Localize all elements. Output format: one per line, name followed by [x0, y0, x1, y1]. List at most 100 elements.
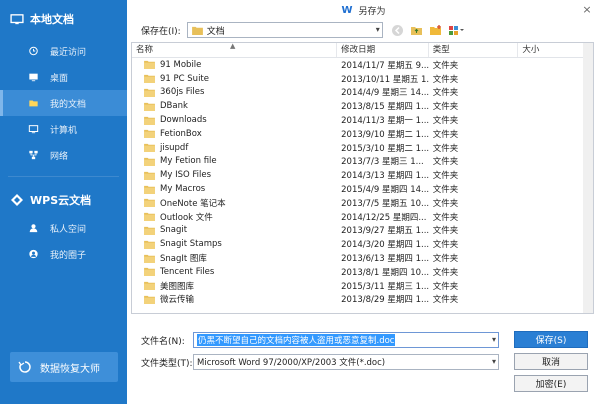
file-type: 文件夹 [432, 116, 459, 127]
file-row[interactable]: FetionBox 2013/9/10 星期二 1... 文件夹 [132, 127, 593, 141]
file-name-cell: SnagIt 图库 [132, 252, 337, 264]
folder-icon [144, 75, 155, 84]
sidebar-item-my-documents[interactable]: 我的文档 [0, 90, 127, 116]
sidebar-item-label: 我的圈子 [50, 250, 87, 261]
sidebar-item-computer[interactable]: 计算机 [0, 116, 127, 142]
save-button[interactable]: 保存(S) [514, 331, 588, 348]
file-name-cell: 91 PC Suite [132, 74, 337, 84]
file-row[interactable]: 91 Mobile 2014/11/7 星期五 9... 文件夹 [132, 58, 593, 72]
file-date: 2015/3/11 星期三 1... [341, 281, 429, 292]
file-row[interactable]: OneNote 笔记本 2013/7/5 星期五 10... 文件夹 [132, 196, 593, 210]
folder-icon [144, 213, 155, 222]
file-row[interactable]: Downloads 2014/11/3 星期一 1... 文件夹 [132, 113, 593, 127]
column-header-date[interactable]: 修改日期 [337, 43, 429, 57]
file-row[interactable]: 91 PC Suite 2013/10/11 星期五 1... 文件夹 [132, 72, 593, 86]
file-date: 2013/8/1 星期四 10... [341, 267, 429, 278]
filename-row: 文件名(N): 仍黑不断望自己的文档内容被人盗用或恶意复制.doc ▾ [141, 332, 499, 348]
location-select[interactable]: 文档 ▾ [186, 22, 383, 38]
location-label: 保存在(I): [141, 26, 181, 37]
vertical-scrollbar[interactable] [583, 43, 593, 313]
file-row[interactable]: DBank 2013/8/15 星期四 1... 文件夹 [132, 99, 593, 113]
file-name-cell: 美图图库 [132, 280, 337, 292]
file-row[interactable]: 微云传输 2013/8/29 星期四 1... 文件夹 [132, 293, 593, 307]
folder-icon [144, 116, 155, 125]
file-name: Snagit Stamps [160, 239, 222, 250]
file-type: 文件夹 [432, 102, 459, 113]
file-name-cell: My ISO Files [132, 170, 337, 180]
file-date: 2015/3/10 星期二 1... [341, 143, 429, 154]
data-recovery-button[interactable]: 数据恢复大师 [10, 352, 118, 382]
monitor-icon [10, 13, 24, 24]
folder-icon [144, 88, 155, 97]
filetype-select[interactable]: Microsoft Word 97/2000/XP/2003 文件(*.doc)… [193, 354, 499, 370]
sidebar-item-my-circle[interactable]: 我的圈子 [0, 241, 127, 267]
save-as-dialog: W 另存为 × 保存在(I): 文档 ▾ 名称 ▲ 修改日期 类型 大小 91 … [127, 0, 600, 404]
sidebar-item-label: 我的文档 [50, 99, 87, 110]
file-type: 文件夹 [432, 212, 459, 223]
file-row[interactable]: Snagit Stamps 2014/3/20 星期四 1... 文件夹 [132, 237, 593, 251]
sidebar-item-network[interactable]: 网络 [0, 142, 127, 168]
back-icon[interactable] [391, 24, 404, 37]
folder-icon [144, 199, 155, 208]
close-button[interactable]: × [580, 3, 594, 17]
file-name-cell: Tencent Files [132, 267, 337, 277]
file-type: 文件夹 [432, 129, 459, 140]
chevron-down-icon: ▾ [375, 25, 380, 34]
file-row[interactable]: jisupdf 2015/3/10 星期二 1... 文件夹 [132, 141, 593, 155]
column-header-size[interactable]: 大小 [518, 43, 593, 57]
clock-icon [29, 46, 38, 56]
sidebar-item-private-space[interactable]: 私人空间 [0, 215, 127, 241]
file-name-cell: DBank [132, 101, 337, 111]
wps-cloud-header[interactable]: WPS云文档 [0, 185, 127, 215]
file-name: Snagit [160, 225, 188, 236]
filename-label: 文件名(N): [141, 336, 185, 347]
file-row[interactable]: SnagIt 图库 2013/6/13 星期四 1... 文件夹 [132, 251, 593, 265]
file-row[interactable]: Tencent Files 2013/8/1 星期四 10... 文件夹 [132, 265, 593, 279]
file-type: 文件夹 [432, 74, 459, 85]
local-docs-label: 本地文档 [30, 13, 74, 26]
local-docs-header[interactable]: 本地文档 [0, 0, 127, 38]
view-menu-icon[interactable] [448, 24, 466, 37]
file-row[interactable]: My ISO Files 2014/3/13 星期四 1... 文件夹 [132, 168, 593, 182]
filetype-label: 文件类型(T): [141, 358, 193, 369]
user-icon [29, 224, 38, 233]
file-row[interactable]: 360js Files 2014/4/9 星期三 14... 文件夹 [132, 86, 593, 100]
folder-icon [144, 185, 155, 194]
file-name-cell: Snagit [132, 225, 337, 235]
file-type: 文件夹 [432, 240, 459, 251]
data-recovery-label: 数据恢复大师 [40, 363, 100, 375]
encrypt-button[interactable]: 加密(E) [514, 375, 588, 392]
cancel-button[interactable]: 取消 [514, 353, 588, 370]
file-row[interactable]: 美图图库 2015/3/11 星期三 1... 文件夹 [132, 279, 593, 293]
sidebar-item-recent[interactable]: 最近访问 [0, 38, 127, 64]
file-date: 2013/8/15 星期四 1... [341, 102, 429, 113]
up-folder-icon[interactable] [410, 24, 423, 37]
folder-icon [144, 295, 155, 304]
folder-icon [144, 240, 155, 249]
file-date: 2013/7/3 星期三 1... [341, 157, 424, 168]
file-date: 2013/7/5 星期五 10... [341, 198, 429, 209]
sidebar-item-desktop[interactable]: 桌面 [0, 64, 127, 90]
file-row[interactable]: Outlook 文件 2014/12/25 星期四... 文件夹 [132, 210, 593, 224]
folder-icon [144, 171, 155, 180]
file-name: My ISO Files [160, 170, 212, 181]
file-name-cell: 360js Files [132, 87, 337, 97]
filename-input[interactable]: 仍黑不断望自己的文档内容被人盗用或恶意复制.doc ▾ [193, 332, 499, 348]
file-name: 91 Mobile [160, 59, 202, 70]
file-name: jisupdf [160, 142, 189, 153]
file-row[interactable]: My Macros 2015/4/9 星期四 14... 文件夹 [132, 182, 593, 196]
file-row[interactable]: My Fetion file 2013/7/3 星期三 1... 文件夹 [132, 155, 593, 169]
file-name: 91 PC Suite [160, 73, 209, 84]
file-type: 文件夹 [432, 267, 459, 278]
folder-icon [144, 144, 155, 153]
desktop-icon [29, 73, 38, 82]
file-date: 2014/3/20 星期四 1... [341, 240, 429, 251]
new-folder-icon[interactable] [429, 24, 442, 37]
file-row[interactable]: Snagit 2013/9/27 星期五 1... 文件夹 [132, 224, 593, 238]
file-type: 文件夹 [432, 88, 459, 99]
title-bar: W 另存为 × [127, 0, 600, 20]
file-name: My Macros [160, 184, 206, 195]
column-header-type[interactable]: 类型 [429, 43, 519, 57]
sort-arrow-icon: ▲ [230, 42, 236, 50]
network-icon [29, 150, 38, 160]
